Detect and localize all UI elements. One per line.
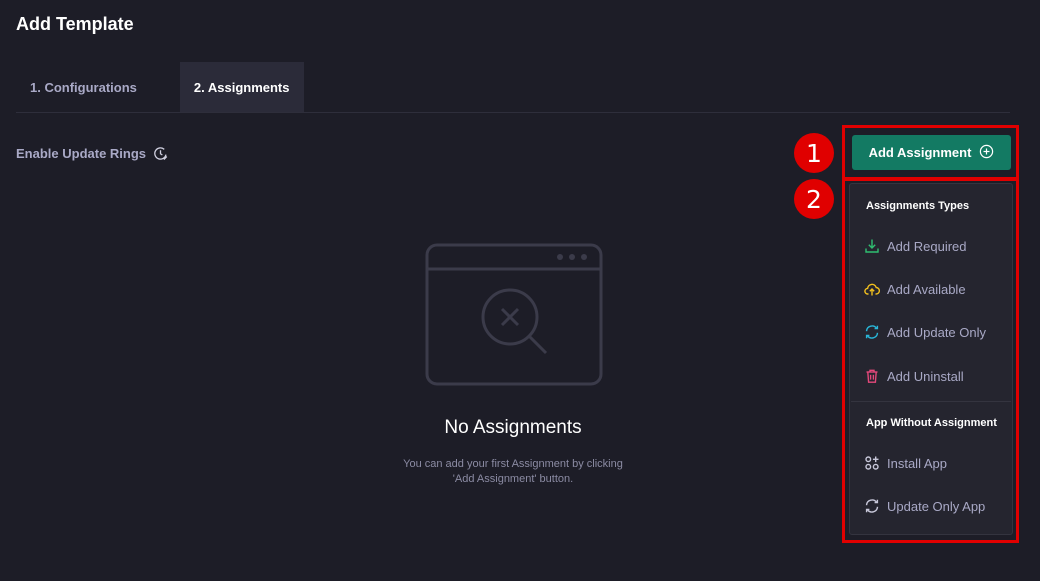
step-marker-1: 1: [794, 133, 834, 173]
menu-item-install-app[interactable]: Install App: [864, 448, 1006, 478]
assignment-type-menu: Assignments Types Add Required Add Avail…: [849, 183, 1013, 535]
clock-check-icon: [153, 146, 168, 161]
menu-item-label: Add Uninstall: [887, 368, 964, 384]
apps-add-icon: [864, 455, 880, 471]
menu-item-label: Add Required: [887, 238, 967, 254]
menu-item-label: Add Available: [887, 281, 966, 297]
page-title: Add Template: [16, 14, 134, 34]
empty-state-description: You can add your first Assignment by cli…: [403, 458, 623, 485]
update-rings-toggle[interactable]: Enable Update Rings: [16, 146, 168, 161]
menu-heading-app-without-assignment: App Without Assignment: [866, 417, 997, 429]
update-rings-label: Enable Update Rings: [16, 146, 147, 161]
tab-bar: 1. Configurations 2. Assignments: [16, 62, 1010, 113]
trash-icon: [864, 368, 880, 384]
browser-search-x-icon: [425, 243, 603, 392]
tab-assignments[interactable]: 2. Assignments: [179, 62, 304, 112]
cloud-upload-icon: [864, 281, 880, 297]
add-assignment-label: Add Assignment: [868, 145, 972, 160]
menu-item-label: Add Update Only: [887, 324, 987, 340]
menu-item-update-only-app[interactable]: Update Only App: [864, 491, 1006, 521]
menu-item-add-uninstall[interactable]: Add Uninstall: [864, 361, 1006, 391]
plus-circle-icon: [979, 144, 994, 162]
step-marker-2: 2: [794, 179, 834, 219]
menu-divider: [851, 401, 1011, 402]
menu-item-label: Install App: [887, 455, 947, 471]
tab-configurations[interactable]: 1. Configurations: [16, 62, 151, 112]
refresh-icon: [864, 324, 880, 340]
menu-item-label: Update Only App: [887, 498, 986, 514]
download-icon: [864, 238, 880, 254]
add-assignment-button[interactable]: Add Assignment: [852, 135, 1011, 170]
menu-item-add-available[interactable]: Add Available: [864, 274, 1006, 304]
refresh-icon: [864, 498, 880, 514]
menu-item-add-required[interactable]: Add Required: [864, 231, 1006, 261]
menu-heading-assignment-types: Assignments Types: [866, 200, 970, 212]
menu-item-add-update-only[interactable]: Add Update Only: [864, 317, 1006, 347]
